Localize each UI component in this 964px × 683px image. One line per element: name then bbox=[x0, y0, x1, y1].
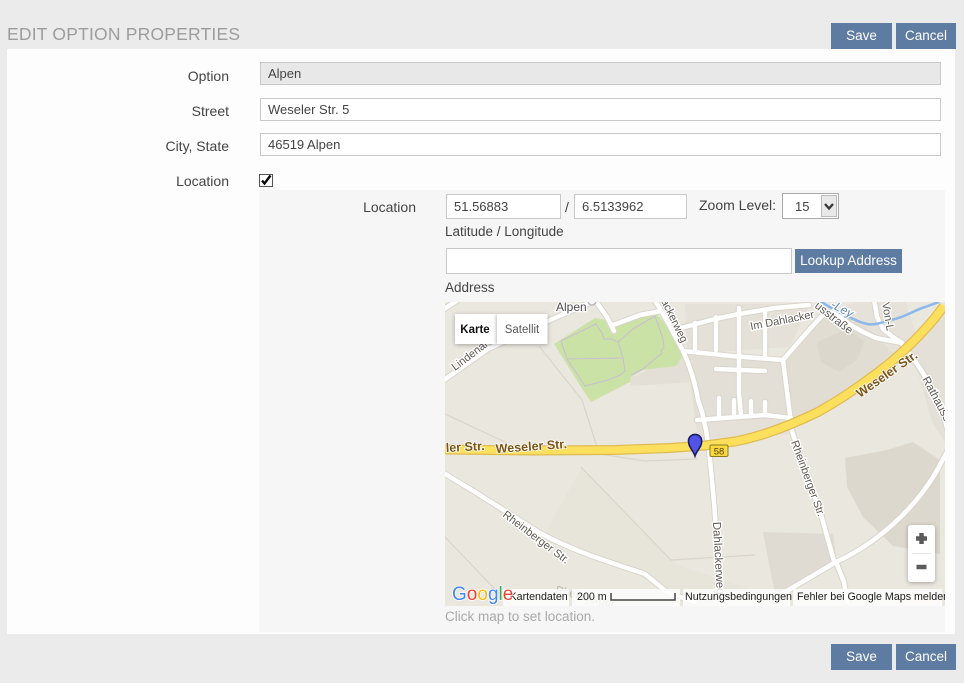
svg-text:Google: Google bbox=[452, 584, 513, 605]
svg-text:200 m: 200 m bbox=[577, 591, 607, 603]
svg-text:Fehler bei Google Maps melden: Fehler bei Google Maps melden bbox=[797, 591, 945, 603]
svg-text:Kartendaten: Kartendaten bbox=[510, 591, 568, 603]
svg-text:Karte: Karte bbox=[460, 324, 489, 336]
svg-text:ler Str.: ler Str. bbox=[445, 439, 485, 455]
svg-text:58: 58 bbox=[714, 447, 725, 458]
svg-text:Alpen: Alpen bbox=[556, 302, 587, 314]
svg-text:Satellit: Satellit bbox=[505, 324, 540, 336]
svg-text:Nutzungsbedingungen: Nutzungsbedingungen bbox=[685, 591, 792, 603]
